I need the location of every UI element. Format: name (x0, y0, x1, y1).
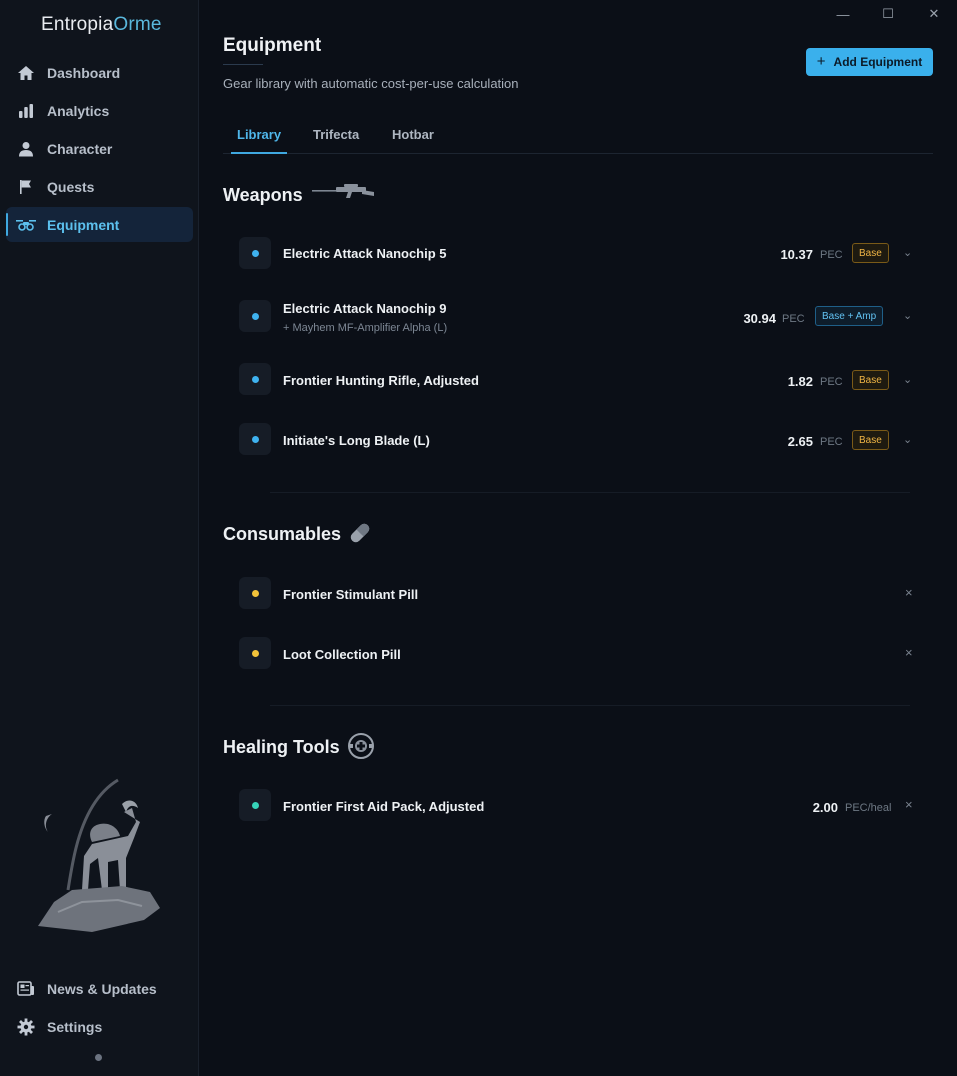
close-button[interactable]: ✕ (924, 5, 944, 23)
tab-trifecta[interactable]: Trifecta (313, 127, 359, 142)
item-bullet (239, 637, 271, 669)
title-underline (223, 64, 263, 65)
maximize-button[interactable]: ☐ (878, 5, 898, 23)
item-cost: 30.94 (743, 311, 776, 326)
chevron-down-icon[interactable]: ⌄ (903, 433, 912, 446)
item-name: Frontier Hunting Rifle, Adjusted (283, 373, 479, 388)
item-amplifier: + Mayhem MF-Amplifier Alpha (L) (283, 322, 448, 334)
bar-chart-icon (16, 101, 36, 121)
healing-row[interactable]: Frontier First Aid Pack, Adjusted 2.00 P… (239, 789, 933, 823)
nav-news[interactable]: News & Updates (6, 971, 193, 1006)
status-dot (95, 1054, 102, 1061)
plus-icon: + (816, 52, 826, 70)
add-equipment-label: Add Equipment (833, 55, 923, 69)
remove-icon[interactable]: × (905, 797, 913, 812)
gear-icon (16, 1017, 36, 1037)
item-unit: PEC (820, 249, 843, 261)
chevron-down-icon[interactable]: ⌄ (903, 373, 912, 386)
tab-library[interactable]: Library (237, 127, 281, 142)
section-title-weapons: Weapons (223, 185, 303, 205)
home-icon (16, 63, 36, 83)
item-cost: 2.00 (812, 800, 838, 815)
nav-equipment[interactable]: Equipment (6, 207, 193, 242)
nav-dashboard[interactable]: Dashboard (6, 55, 193, 90)
status-badge: Base (852, 430, 889, 450)
sidebar: EntropiaOrme Dashboard Analytics Charact… (0, 0, 199, 1076)
item-bullet (239, 363, 271, 395)
pill-icon (350, 523, 370, 543)
nav-equipment-label: Equipment (47, 216, 120, 233)
equipment-row[interactable]: Frontier Hunting Rifle, Adjusted 1.82 PE… (239, 363, 933, 397)
consumable-row[interactable]: Loot Collection Pill × (239, 637, 933, 671)
nav-quests[interactable]: Quests (6, 169, 193, 204)
page-title: Equipment (223, 35, 322, 56)
item-bullet (239, 423, 271, 455)
app-logo: EntropiaOrme (41, 14, 162, 35)
remove-icon[interactable]: × (905, 585, 913, 600)
equipment-row[interactable]: Initiate's Long Blade (L) 2.65 PEC Base … (239, 423, 933, 457)
item-unit: PEC (820, 376, 843, 388)
section-divider (270, 705, 910, 706)
item-bullet (239, 237, 271, 269)
rifle-icon (312, 184, 374, 198)
item-name: Frontier Stimulant Pill (283, 587, 419, 602)
minimize-button[interactable]: — (833, 5, 853, 23)
user-icon (16, 139, 36, 159)
drone-icon (16, 215, 36, 235)
status-badge: Base (852, 370, 889, 390)
nav-news-label: News & Updates (47, 980, 157, 997)
chevron-down-icon[interactable]: ⌄ (903, 246, 912, 259)
healing-tool-icon (348, 733, 374, 759)
equipment-row[interactable]: Electric Attack Nanochip 9 + Mayhem MF-A… (239, 300, 933, 334)
flag-icon (16, 177, 36, 197)
news-icon (16, 979, 36, 999)
chevron-down-icon[interactable]: ⌄ (903, 309, 912, 322)
status-badge: Base + Amp (815, 306, 884, 326)
item-name: Electric Attack Nanochip 5 (283, 246, 447, 261)
nav-character[interactable]: Character (6, 131, 193, 166)
nav-settings[interactable]: Settings (6, 1009, 193, 1044)
item-name: Initiate's Long Blade (L) (283, 433, 430, 448)
nav-analytics[interactable]: Analytics (6, 93, 193, 128)
goat-illustration (38, 778, 160, 932)
item-name: Frontier First Aid Pack, Adjusted (283, 799, 485, 814)
item-name: Electric Attack Nanochip 9 (283, 301, 447, 316)
item-unit: PEC (782, 313, 805, 325)
item-cost: 1.82 (787, 374, 813, 389)
item-bullet (239, 789, 271, 821)
item-unit: PEC/heal (845, 802, 892, 814)
section-title-consumables: Consumables (223, 524, 342, 544)
section-divider (270, 492, 910, 493)
tab-active-indicator (231, 152, 287, 154)
item-bullet (239, 577, 271, 609)
equipment-row[interactable]: Electric Attack Nanochip 5 10.37 PEC Bas… (239, 237, 933, 271)
nav-settings-label: Settings (47, 1018, 103, 1035)
tab-hotbar[interactable]: Hotbar (392, 127, 434, 142)
item-name: Loot Collection Pill (283, 647, 401, 662)
item-cost: 10.37 (780, 247, 813, 262)
nav-dashboard-label: Dashboard (47, 64, 121, 81)
nav-analytics-label: Analytics (47, 102, 110, 119)
consumable-row[interactable]: Frontier Stimulant Pill × (239, 577, 933, 611)
page-subtitle: Gear library with automatic cost-per-use… (223, 76, 519, 91)
item-unit: PEC (820, 436, 843, 448)
tab-bar: Library Trifecta Hotbar (223, 120, 933, 154)
add-equipment-button[interactable]: + Add Equipment (806, 48, 933, 76)
nav-character-label: Character (47, 140, 113, 157)
nav-quests-label: Quests (47, 178, 95, 195)
item-cost: 2.65 (787, 434, 813, 449)
remove-icon[interactable]: × (905, 645, 913, 660)
section-title-healing: Healing Tools (223, 737, 340, 757)
status-badge: Base (852, 243, 889, 263)
item-bullet (239, 300, 271, 332)
